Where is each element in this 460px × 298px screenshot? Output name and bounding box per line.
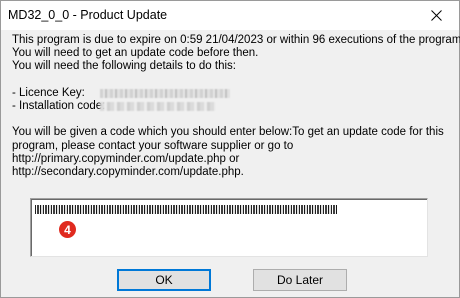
- update-code-value-redacted: [35, 205, 337, 214]
- installation-code-row: - Installation code:: [12, 100, 452, 113]
- window-title: MD32_0_0 - Product Update: [8, 8, 168, 22]
- close-button[interactable]: [413, 1, 459, 30]
- message-area: This program is due to expire on 0:59 21…: [12, 34, 460, 179]
- installation-code-value-redacted: [100, 102, 216, 112]
- close-icon: [430, 10, 442, 21]
- details-needed-message: You will need the following details to d…: [12, 60, 236, 73]
- ok-button[interactable]: OK: [117, 269, 211, 291]
- installation-code-label: - Installation code:: [12, 99, 106, 112]
- update-needed-message: You will need to get an update code befo…: [12, 47, 259, 60]
- product-update-dialog: MD32_0_0 - Product Update This program i…: [0, 0, 460, 298]
- primary-update-url: http://primary.copyminder.com/update.php…: [12, 152, 240, 165]
- licence-key-row: - Licence Key:: [12, 87, 452, 100]
- step-marker-badge: 4: [59, 221, 76, 238]
- do-later-button[interactable]: Do Later: [253, 269, 347, 291]
- instruction-line-2: program, please contact your software su…: [12, 139, 294, 152]
- secondary-update-url: http://secondary.copyminder.com/update.p…: [12, 165, 244, 178]
- licence-key-label: - Licence Key:: [12, 86, 85, 99]
- title-bar[interactable]: MD32_0_0 - Product Update: [1, 1, 459, 30]
- licence-key-value-redacted: [100, 88, 230, 98]
- expiry-message: This program is due to expire on 0:59 21…: [12, 34, 460, 46]
- instruction-line-1: You will be given a code which you shoul…: [12, 126, 444, 139]
- update-code-input[interactable]: 4: [30, 198, 428, 257]
